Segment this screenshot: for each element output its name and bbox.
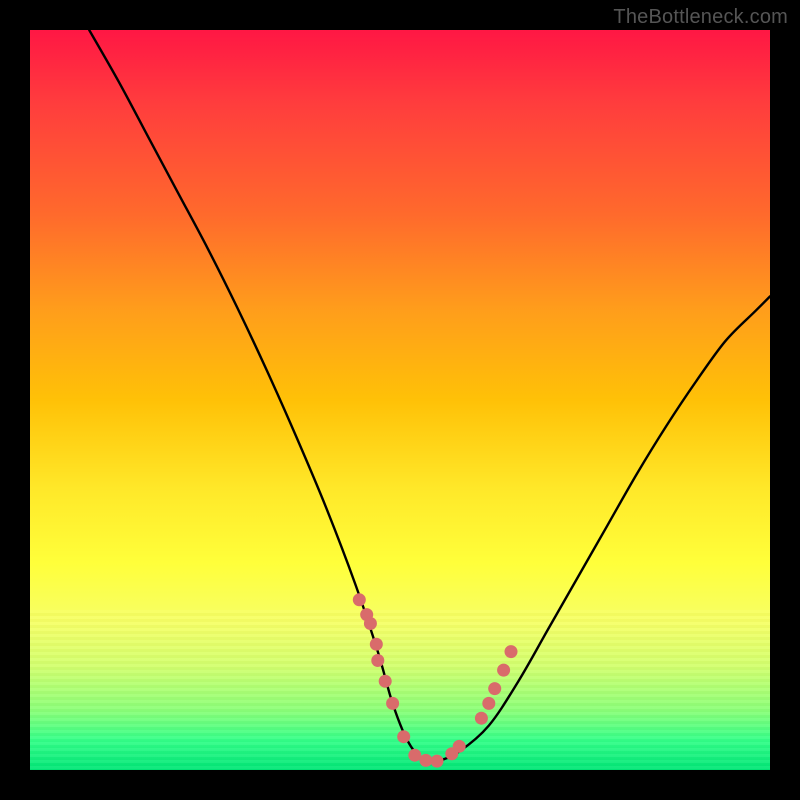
bottleneck-curve [89, 30, 770, 762]
marker-point [371, 654, 384, 667]
marker-point [370, 638, 383, 651]
marker-point [497, 664, 510, 677]
marker-point [379, 675, 392, 688]
chart-frame: TheBottleneck.com [0, 0, 800, 800]
marker-group [353, 593, 518, 767]
marker-point [482, 697, 495, 710]
marker-point [419, 754, 432, 767]
chart-svg [30, 30, 770, 770]
marker-point [453, 740, 466, 753]
plot-area [30, 30, 770, 770]
marker-point [386, 697, 399, 710]
marker-point [353, 593, 366, 606]
marker-point [475, 712, 488, 725]
marker-point [364, 617, 377, 630]
marker-point [397, 730, 410, 743]
marker-point [505, 645, 518, 658]
marker-point [431, 755, 444, 768]
marker-point [408, 749, 421, 762]
watermark-text: TheBottleneck.com [613, 6, 788, 29]
marker-point [488, 682, 501, 695]
